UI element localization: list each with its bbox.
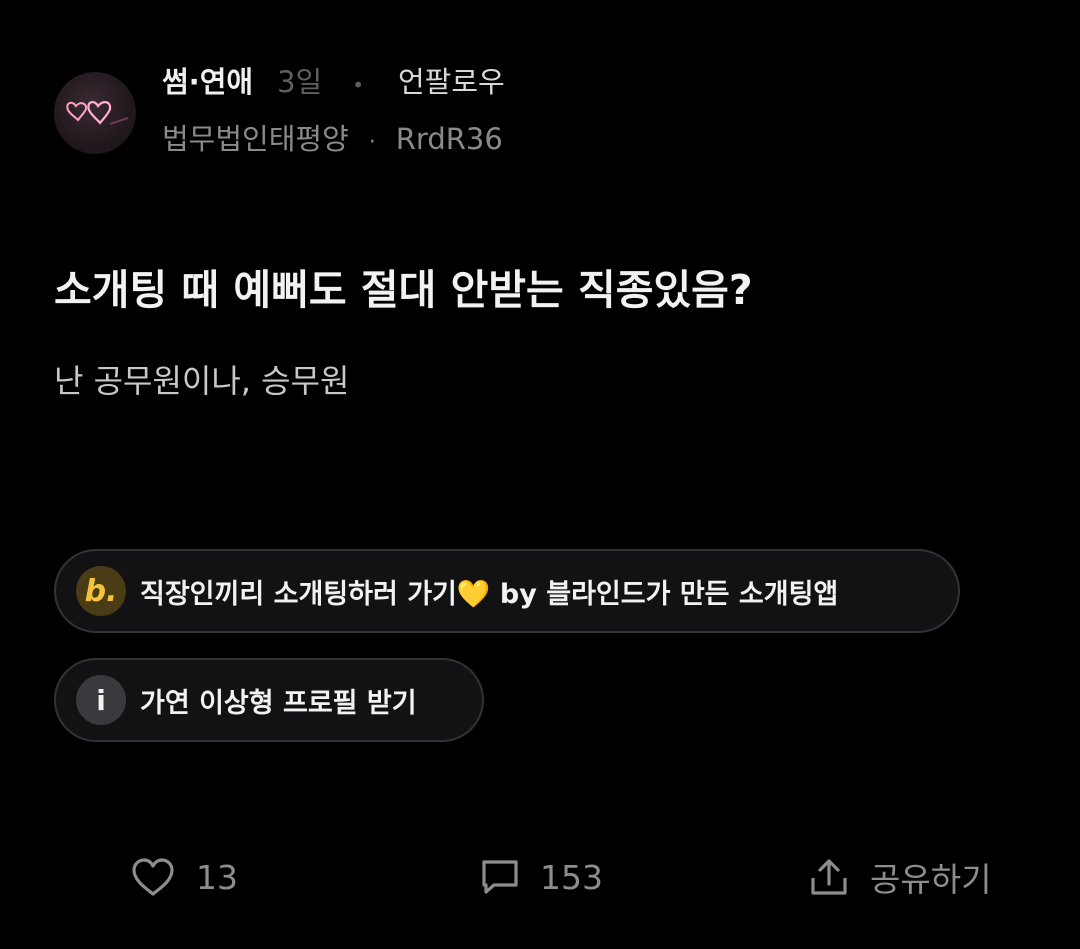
unfollow-button[interactable]: 언팔로우 (398, 64, 505, 100)
info-icon: i (76, 675, 126, 725)
comment-button[interactable]: 153 (480, 850, 603, 904)
post-time: 3일 (277, 65, 323, 99)
author-separator: · (368, 130, 376, 155)
board-category[interactable]: 썸·연애 (162, 64, 253, 100)
neon-hearts-icon (66, 100, 129, 125)
share-button[interactable]: 공유하기 (808, 850, 991, 904)
post-meta: 썸·연애 3일 • 언팔로우 법무법인태평양 · RrdR36 (162, 64, 505, 161)
post-title: 소개팅 때 예뻐도 절대 안받는 직종있음? (54, 266, 753, 314)
post-header: 썸·연애 3일 • 언팔로우 법무법인태평양 · RrdR36 (54, 64, 505, 161)
like-count: 13 (196, 857, 238, 897)
ideal-profile-chip[interactable]: i 가연 이상형 프로필 받기 (54, 658, 484, 742)
heart-icon (132, 858, 174, 896)
blind-b-icon: b. (76, 566, 126, 616)
author-company[interactable]: 법무법인태평양 (162, 121, 349, 157)
chip-label: 가연 이상형 프로필 받기 (140, 687, 417, 719)
like-button[interactable]: 13 (130, 850, 238, 904)
share-icon (811, 859, 847, 895)
avatar[interactable] (54, 71, 136, 154)
comment-icon (482, 860, 518, 894)
comment-count: 153 (540, 857, 603, 897)
share-label: 공유하기 (870, 860, 992, 899)
blind-dating-app-chip[interactable]: b. 직장인끼리 소개팅하러 가기💛 by 블라인드가 만든 소개팅앱 (54, 549, 960, 633)
post-body: 난 공무원이나, 승무원 (54, 362, 350, 400)
chip-label: 직장인끼리 소개팅하러 가기💛 by 블라인드가 만든 소개팅앱 (140, 578, 839, 610)
author-id: RrdR36 (395, 122, 503, 156)
separator-dot: • (352, 73, 364, 97)
action-bar: 13 153 공유하기 (0, 850, 1080, 904)
